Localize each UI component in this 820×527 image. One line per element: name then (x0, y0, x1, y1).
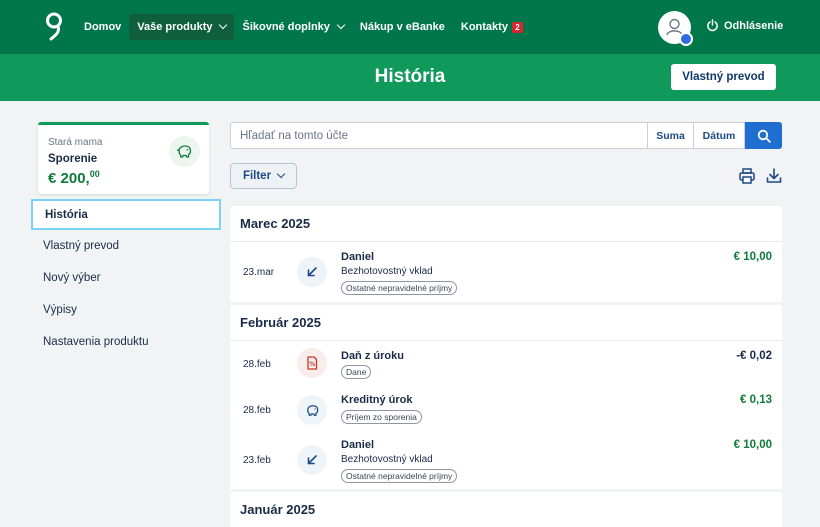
account-owner: Stará mama (48, 137, 103, 148)
tax-icon: % (297, 348, 327, 378)
transaction-date: 23.mar (243, 267, 275, 278)
transaction-amount: € 10,00 (733, 251, 772, 263)
top-navigation: Domov Vaše produkty Šikovné doplnky Náku… (0, 0, 820, 54)
incoming-arrow-icon (297, 445, 327, 475)
balance-cents: 00 (89, 169, 100, 179)
notification-badge: 2 (511, 21, 523, 33)
side-item-vypisy[interactable]: Výpisy (31, 294, 221, 326)
transaction-description: Bezhotovostný vklad (341, 454, 433, 465)
filter-button[interactable]: Filter (230, 163, 297, 189)
transaction-amount: € 10,00 (733, 439, 772, 451)
logout-button[interactable]: Odhlásenie (706, 19, 783, 32)
download-icon[interactable] (765, 167, 783, 185)
search-icon (757, 129, 771, 143)
category-tag: Ostatné nepravidelné príjmy (341, 281, 458, 295)
nav-item-label: Domov (84, 21, 122, 33)
nav-item-domov[interactable]: Domov (76, 14, 129, 40)
transaction-row[interactable]: 28.feb Kreditný úrok Príjem zo sporenia … (230, 389, 782, 433)
category-tag: Príjem zo sporenia (341, 410, 422, 424)
category-tag: Dane (341, 365, 372, 379)
month-header: Február 2025 (230, 305, 782, 341)
chevron-down-icon (219, 20, 228, 30)
nav-item-label: Šikovné doplnky (242, 21, 330, 33)
account-name: Sporenie (48, 153, 98, 165)
transaction-name: Daniel (341, 439, 375, 451)
nav-item-label: Nákup v eBanke (359, 21, 445, 33)
side-item-novy-vyber[interactable]: Nový výber (31, 262, 221, 294)
incoming-arrow-icon (297, 257, 327, 287)
transaction-description: Bezhotovostný vklad (341, 266, 433, 277)
piggy-bank-icon (297, 395, 327, 425)
side-item-nastavenia-produktu[interactable]: Nastavenia produktu (31, 326, 221, 358)
transaction-row[interactable]: 23.mar Daniel Bezhotovostný vklad Ostatn… (230, 242, 782, 302)
nav-item-vase-produkty[interactable]: Vaše produkty (129, 14, 235, 40)
nav-item-kontakty[interactable]: Kontakty 2 (453, 14, 531, 40)
print-icon[interactable] (738, 167, 756, 185)
nav-item-sikovne-doplnky[interactable]: Šikovné doplnky (234, 14, 351, 40)
power-icon (707, 19, 718, 32)
transaction-list: Marec 2025 23.mar Daniel Bezhotovostný v… (230, 206, 782, 527)
nav-item-label: Vaše produkty (137, 21, 213, 33)
transaction-date: 23.feb (243, 455, 271, 466)
svg-text:%: % (309, 361, 315, 368)
month-header: Marec 2025 (230, 206, 782, 242)
search-button[interactable] (745, 122, 782, 149)
transaction-amount: -€ 0,02 (736, 350, 772, 362)
account-card[interactable]: Stará mama Sporenie € 200,00 (38, 122, 209, 194)
sort-date-button[interactable]: Dátum (694, 122, 745, 149)
side-menu: História Vlastný prevod Nový výber Výpis… (31, 199, 221, 358)
transaction-row[interactable]: 28.feb % Daň z úroku Dane -€ 0,02 (230, 341, 782, 389)
bank-logo-icon[interactable] (43, 11, 65, 43)
transaction-name: Daniel (341, 251, 375, 263)
transaction-name: Kreditný úrok (341, 394, 413, 406)
side-item-historia[interactable]: História (31, 199, 221, 230)
own-transfer-button[interactable]: Vlastný prevod (671, 64, 776, 90)
side-item-vlastny-prevod[interactable]: Vlastný prevod (31, 230, 221, 262)
nav-item-label: Kontakty (460, 21, 508, 33)
transaction-date: 28.feb (243, 359, 271, 370)
transaction-amount: € 0,13 (740, 394, 772, 406)
logout-label: Odhlásenie (724, 19, 784, 32)
balance-main: € 200, (48, 170, 90, 187)
nav-item-nakup-v-ebanke[interactable]: Nákup v eBanke (352, 14, 453, 40)
search-placeholder: Hľadať na tomto účte (240, 129, 349, 142)
account-balance: € 200,00 (48, 169, 100, 187)
profile-status-icon (679, 32, 693, 46)
category-tag: Ostatné nepravidelné príjmy (341, 469, 458, 483)
chevron-down-icon (276, 169, 286, 179)
month-header: Január 2025 (230, 492, 782, 527)
main-menu: Domov Vaše produkty Šikovné doplnky Náku… (76, 14, 531, 40)
sort-amount-button[interactable]: Suma (648, 122, 694, 149)
filter-label: Filter (242, 170, 272, 182)
piggy-bank-icon (169, 136, 200, 167)
transaction-date: 28.feb (243, 405, 271, 416)
chevron-down-icon (336, 20, 346, 30)
search-input[interactable]: Hľadať na tomto účte (230, 122, 648, 149)
transaction-row[interactable]: 23.feb Daniel Bezhotovostný vklad Ostatn… (230, 433, 782, 489)
transaction-name: Daň z úroku (341, 350, 404, 362)
